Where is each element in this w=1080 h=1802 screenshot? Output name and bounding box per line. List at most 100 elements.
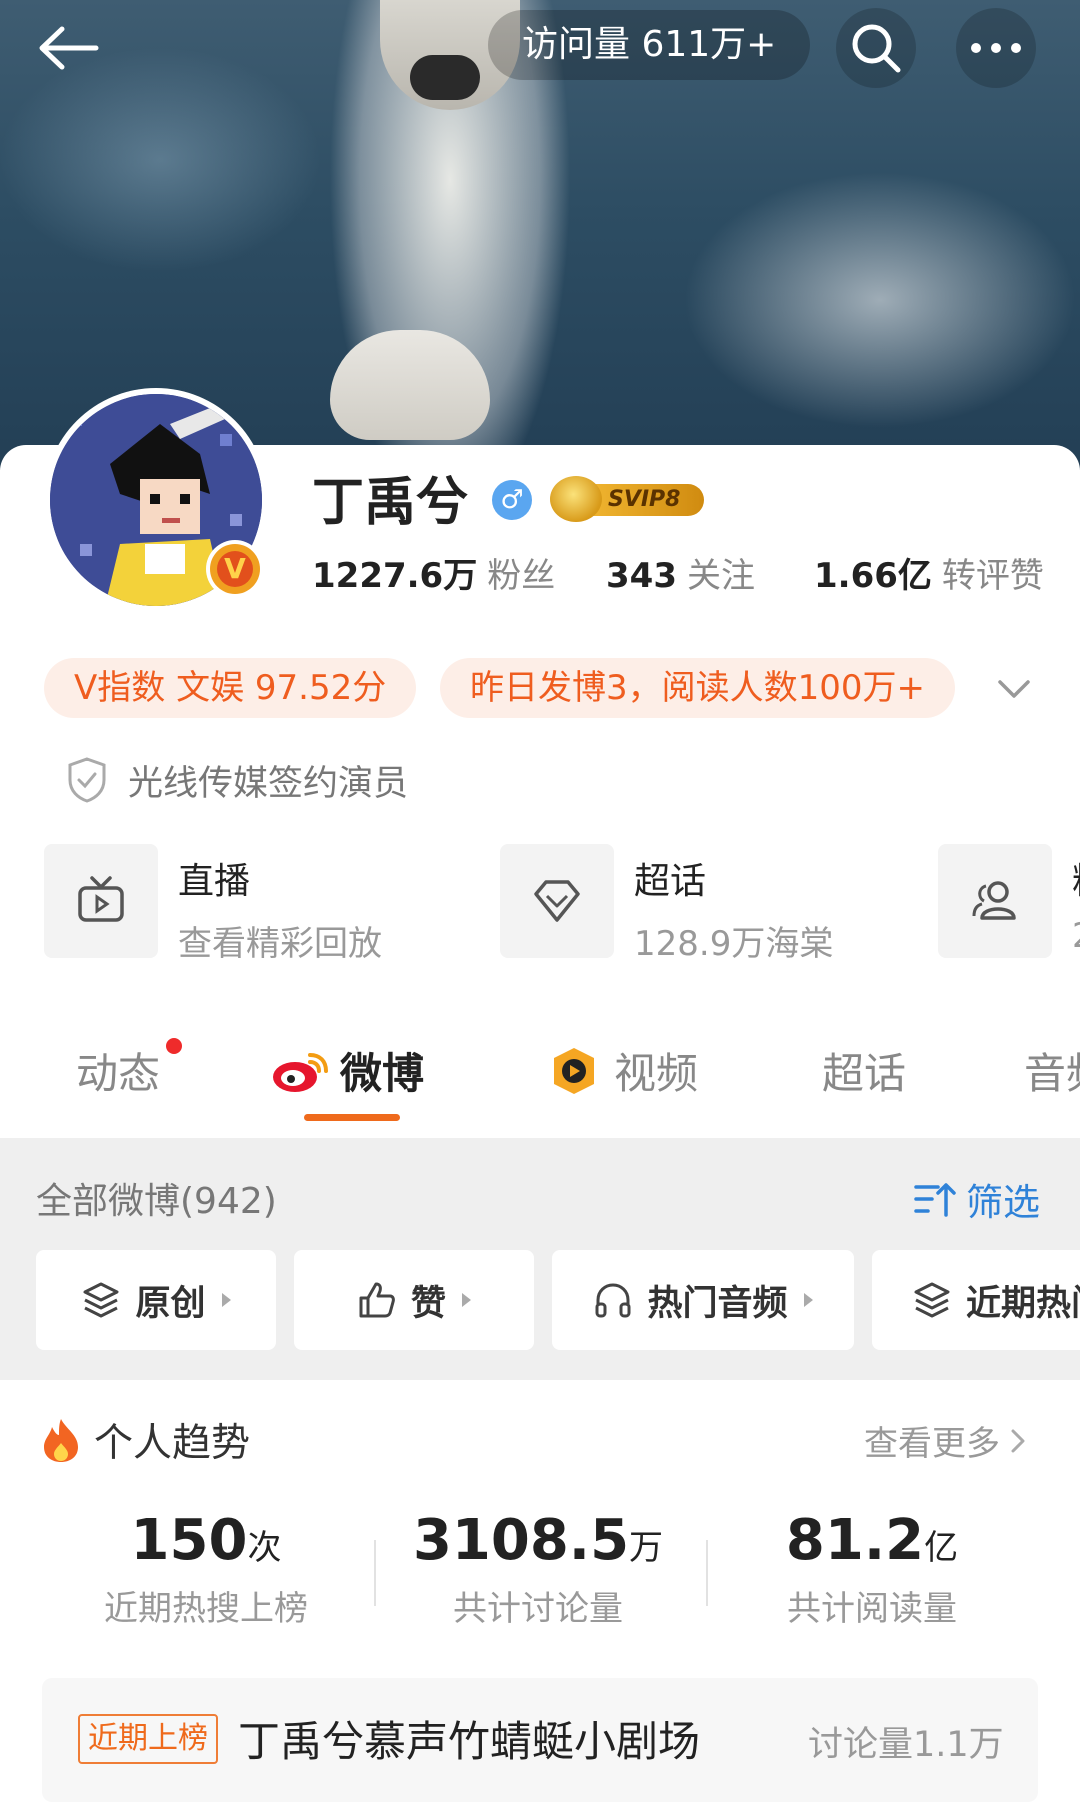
chip-arrow-icon — [221, 1293, 231, 1307]
diamond-icon — [500, 844, 614, 958]
filter-button[interactable]: 筛选 — [914, 1172, 1040, 1226]
thumbs-up-icon — [359, 1282, 395, 1318]
interactions-label: 转评赞 — [941, 556, 1044, 596]
more-dots-icon — [971, 43, 1021, 53]
tab-activity-label: 动态 — [76, 1049, 161, 1098]
v-index-pill[interactable]: V指数 文娱 97.52分 — [44, 658, 417, 718]
trend-title: 个人趋势 — [94, 1421, 251, 1466]
entry-supertopic[interactable]: 超话 128.9万海棠 — [500, 844, 833, 965]
chip-arrow-icon — [462, 1293, 471, 1307]
entry-live-sub: 查看精彩回放 — [178, 924, 382, 964]
entry-supertopic-title: 超话 — [634, 861, 707, 902]
banner-bear-paw — [330, 330, 490, 440]
hot-topic-title: 丁禹兮慕声竹蜻蜓小剧场 — [238, 1717, 701, 1766]
view-more-link[interactable]: 查看更多 — [864, 1416, 1030, 1465]
visit-count: 访问量 611万+ — [488, 10, 811, 80]
back-button[interactable] — [28, 8, 108, 88]
more-button[interactable] — [956, 8, 1036, 88]
svip-badge[interactable]: SVIP8 — [550, 476, 706, 522]
fans-label: 粉丝 — [487, 556, 556, 596]
chip-hot-audio[interactable]: 热门音频 — [552, 1250, 854, 1350]
active-tab-indicator — [304, 1114, 400, 1121]
interactions-stat[interactable]: 1.66亿 转评赞 — [814, 548, 1044, 597]
hot-topic-row[interactable]: 近期上榜 丁禹兮慕声竹蜻蜓小剧场 讨论量1.1万 — [42, 1678, 1038, 1802]
entry-live-title: 直播 — [178, 861, 251, 902]
hot-topic-badge: 近期上榜 — [78, 1714, 218, 1764]
layers-icon — [83, 1282, 119, 1318]
metric-reads[interactable]: 81.2亿 共计阅读量 — [722, 1508, 1022, 1630]
contract-text: 光线传媒签约演员 — [128, 763, 409, 804]
metric-discussion-label: 共计讨论量 — [453, 1589, 623, 1629]
metric-divider — [706, 1540, 708, 1606]
entry-fans-title: 粉 — [1072, 852, 1080, 904]
chevron-down-icon[interactable] — [994, 668, 1034, 708]
shield-icon — [68, 757, 106, 803]
tab-audio[interactable]: 音频 — [1024, 1040, 1080, 1101]
tab-video[interactable]: 视频 — [546, 1040, 698, 1101]
interactions-count: 1.66亿 — [814, 556, 932, 596]
hot-topic-count: 讨论量1.1万 — [808, 1725, 1004, 1765]
fire-icon — [44, 1419, 78, 1462]
male-icon: ♂ — [492, 480, 532, 520]
metric-divider — [374, 1540, 376, 1606]
view-more-label: 查看更多 — [864, 1424, 1000, 1464]
notification-dot — [166, 1038, 182, 1054]
following-count: 343 — [606, 556, 677, 596]
headphones-icon — [595, 1283, 631, 1318]
tab-video-label: 视频 — [614, 1049, 699, 1098]
tab-supertopic-label: 超话 — [822, 1049, 907, 1098]
banner-bear-nose — [410, 55, 480, 100]
chip-original-label: 原创 — [135, 1283, 206, 1324]
fans-group-icon — [938, 844, 1052, 958]
chip-liked[interactable]: 赞 — [294, 1250, 534, 1350]
metric-discussion[interactable]: 3108.5万 共计讨论量 — [388, 1508, 688, 1630]
search-icon — [852, 24, 901, 73]
metric-hot-search-unit: 次 — [247, 1528, 282, 1568]
post-activity-pill[interactable]: 昨日发博3，阅读人数100万+ — [440, 658, 956, 718]
profile-name: 丁禹兮 — [312, 473, 469, 533]
metric-discussion-value: 3108.5 — [412, 1508, 630, 1573]
entry-supertopic-sub: 128.9万海棠 — [634, 924, 834, 964]
following-stat[interactable]: 343 关注 — [606, 548, 755, 597]
all-weibo-count: 全部微博(942) — [36, 1181, 277, 1222]
metric-reads-label: 共计阅读量 — [787, 1589, 957, 1629]
contract-info: 光线传媒签约演员 — [66, 750, 408, 810]
verified-badge: V — [206, 540, 264, 598]
metric-reads-unit: 亿 — [924, 1528, 959, 1568]
metric-reads-value: 81.2 — [785, 1508, 925, 1573]
back-arrow-icon — [39, 26, 99, 70]
tab-supertopic[interactable]: 超话 — [822, 1040, 906, 1101]
metric-hot-search-label: 近期热搜上榜 — [104, 1589, 308, 1629]
trend-header: 个人趋势 — [40, 1412, 250, 1468]
verified-badge-letter: V — [217, 551, 253, 587]
metric-discussion-unit: 万 — [629, 1528, 664, 1568]
metric-hot-search-value: 150 — [130, 1508, 248, 1573]
weibo-logo-icon — [273, 1052, 328, 1092]
entry-fans-group[interactable]: 粉 2 — [938, 844, 1080, 958]
filter-icon — [914, 1183, 956, 1217]
chip-hot-audio-label: 热门音频 — [647, 1283, 788, 1324]
fans-stat[interactable]: 1227.6万 粉丝 — [312, 548, 555, 597]
tab-weibo[interactable]: 微博 — [270, 1040, 424, 1101]
layers-icon — [914, 1282, 950, 1318]
entry-fans-sub: 2 — [1072, 916, 1080, 956]
tv-play-icon — [44, 844, 158, 958]
tab-activity[interactable]: 动态 — [76, 1040, 160, 1101]
chevron-right-icon — [1011, 1429, 1025, 1452]
video-logo-icon — [554, 1047, 594, 1094]
tab-audio-label: 音频 — [1024, 1049, 1080, 1098]
search-button[interactable] — [836, 8, 916, 88]
tab-weibo-label: 微博 — [340, 1049, 425, 1098]
entry-live[interactable]: 直播 查看精彩回放 — [44, 844, 382, 965]
metric-hot-search[interactable]: 150次 近期热搜上榜 — [56, 1508, 356, 1630]
svip-label: SVIP8 — [586, 484, 704, 516]
fans-count: 1227.6万 — [312, 556, 478, 596]
chip-recent-hot[interactable]: 近期热门 — [872, 1250, 1080, 1350]
following-label: 关注 — [686, 556, 755, 596]
chip-liked-label: 赞 — [410, 1283, 446, 1324]
chip-original[interactable]: 原创 — [36, 1250, 276, 1350]
filter-label: 筛选 — [966, 1181, 1040, 1224]
chip-arrow-icon — [803, 1293, 813, 1307]
chip-recent-hot-label: 近期热门 — [966, 1283, 1080, 1324]
crown-icon — [550, 476, 602, 522]
